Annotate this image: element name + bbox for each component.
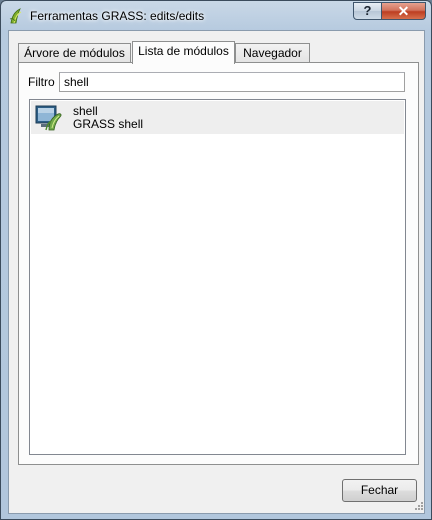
window-close-button[interactable]: ✕ bbox=[381, 2, 426, 20]
filter-input[interactable] bbox=[59, 72, 405, 92]
help-icon: ? bbox=[363, 3, 372, 18]
title-bar[interactable]: Ferramentas GRASS: edits/edits ? ✕ bbox=[1, 1, 431, 29]
module-description: GRASS shell bbox=[73, 117, 144, 131]
resize-grip-icon[interactable] bbox=[413, 500, 423, 510]
module-list[interactable]: shell GRASS shell bbox=[29, 99, 406, 455]
grass-icon bbox=[9, 8, 22, 24]
tab-module-tree[interactable]: Árvore de módulos bbox=[18, 43, 131, 63]
filter-label: Filtro bbox=[28, 75, 55, 89]
grass-shell-icon bbox=[35, 105, 62, 131]
fechar-button[interactable]: Fechar bbox=[342, 479, 417, 502]
tab-browser[interactable]: Navegador bbox=[235, 43, 310, 63]
close-icon: ✕ bbox=[397, 3, 410, 19]
window-title: Ferramentas GRASS: edits/edits bbox=[30, 9, 205, 23]
list-item[interactable]: shell GRASS shell bbox=[31, 101, 404, 134]
tab-module-list[interactable]: Lista de módulos bbox=[132, 41, 235, 64]
help-button[interactable]: ? bbox=[353, 2, 382, 20]
